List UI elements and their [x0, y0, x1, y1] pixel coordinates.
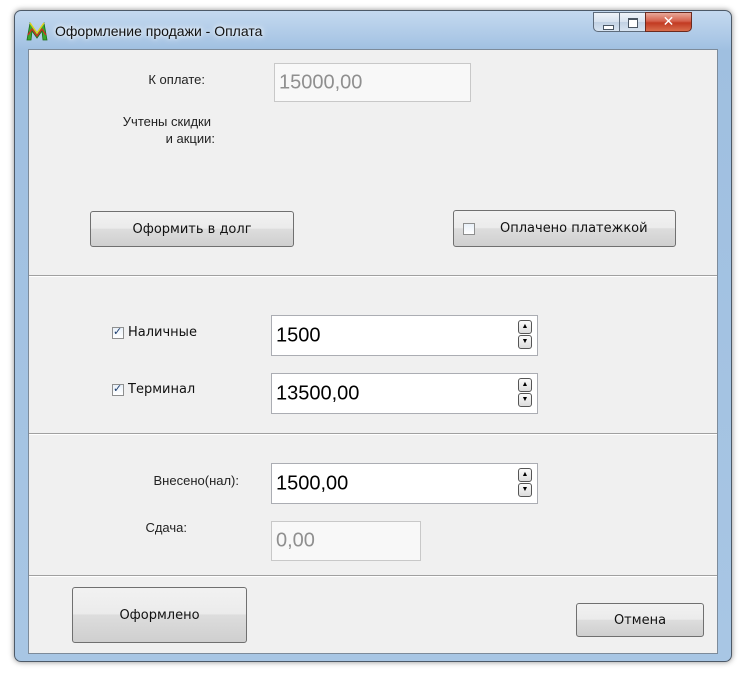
- deposited-label: Внесено(нал):: [153, 473, 239, 488]
- to-pay-label: К оплате:: [148, 72, 205, 87]
- cash-label[interactable]: Наличные: [128, 325, 197, 340]
- terminal-amount-input[interactable]: 13500,00 ▲ ▼: [271, 373, 538, 414]
- discounts-label-line2: и акции:: [165, 131, 215, 146]
- terminal-checkbox[interactable]: [112, 382, 124, 396]
- change-field: 0,00: [271, 521, 421, 561]
- deposited-amount-input[interactable]: 1500,00 ▲ ▼: [271, 463, 538, 504]
- deposited-up-arrow-icon[interactable]: ▲: [518, 468, 532, 482]
- cash-stepper[interactable]: ▲ ▼: [518, 320, 534, 350]
- deposited-down-arrow-icon[interactable]: ▼: [518, 483, 532, 497]
- done-button[interactable]: Оформлено: [72, 587, 247, 643]
- change-value: 0,00: [276, 529, 315, 552]
- paid-by-card-label: Оплачено платежкой: [500, 221, 648, 236]
- app-logo-icon: [26, 21, 48, 41]
- cash-up-arrow-icon[interactable]: ▲: [518, 320, 532, 334]
- debt-button[interactable]: Оформить в долг: [90, 211, 294, 247]
- terminal-label[interactable]: Терминал: [128, 382, 195, 397]
- cancel-button[interactable]: Отмена: [576, 603, 704, 637]
- cash-amount-value: 1500: [276, 324, 321, 346]
- change-label: Сдача:: [145, 520, 187, 535]
- deposited-amount-value: 1500,00: [276, 472, 349, 494]
- terminal-stepper[interactable]: ▲ ▼: [518, 378, 534, 408]
- terminal-down-arrow-icon[interactable]: ▼: [518, 393, 532, 407]
- maximize-button[interactable]: [619, 12, 646, 32]
- to-pay-value: 15000,00: [279, 71, 363, 93]
- cash-amount-input[interactable]: 1500 ▲ ▼: [271, 315, 538, 356]
- window-frame: Оформление продажи - Оплата ✕ К оплате: …: [14, 10, 732, 662]
- paid-by-card-checkbox[interactable]: [463, 222, 475, 235]
- window-title: Оформление продажи - Оплата: [55, 23, 263, 39]
- close-button[interactable]: ✕: [645, 12, 692, 32]
- deposited-stepper[interactable]: ▲ ▼: [518, 468, 534, 498]
- separator: [29, 575, 717, 577]
- to-pay-field: 15000,00: [274, 63, 471, 102]
- discounts-label-line1: Учтены скидки: [122, 114, 211, 129]
- dialog-client-area: К оплате: 15000,00 Учтены скидки и акции…: [28, 49, 718, 654]
- separator: [29, 433, 717, 435]
- terminal-amount-value: 13500,00: [276, 382, 360, 404]
- cash-checkbox[interactable]: [112, 325, 124, 339]
- close-icon: ✕: [662, 14, 675, 30]
- terminal-up-arrow-icon[interactable]: ▲: [518, 378, 532, 392]
- separator: [29, 275, 717, 277]
- maximize-icon: [628, 18, 638, 28]
- minimize-button[interactable]: [593, 12, 620, 32]
- paid-by-card-button[interactable]: Оплачено платежкой: [453, 210, 676, 247]
- cash-down-arrow-icon[interactable]: ▼: [518, 335, 532, 349]
- minimize-icon: [603, 25, 614, 30]
- title-bar[interactable]: Оформление продажи - Оплата ✕: [15, 11, 731, 49]
